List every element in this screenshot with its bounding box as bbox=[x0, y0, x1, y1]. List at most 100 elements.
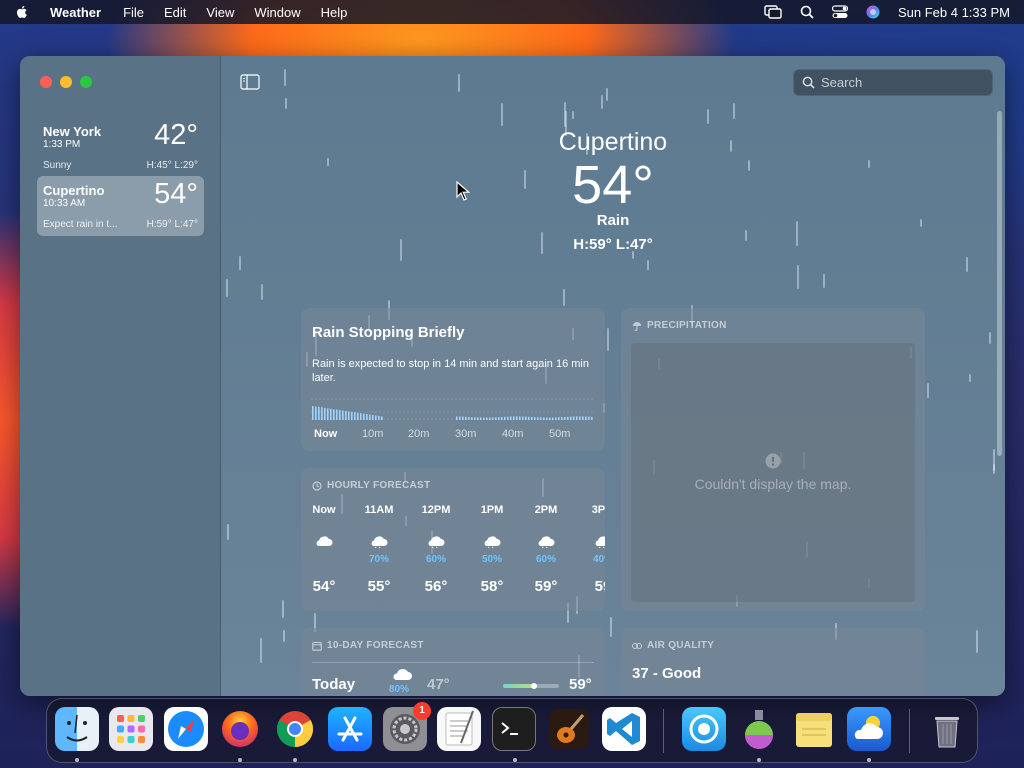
hourly-item: 3PM 40% 59 bbox=[580, 504, 605, 595]
location-high-low: H:59° L:47° bbox=[146, 219, 198, 230]
rain-intensity-chart bbox=[311, 398, 595, 420]
dock-garageband[interactable] bbox=[547, 707, 591, 751]
hourly-precip-chance: 60% bbox=[535, 554, 556, 565]
dock-vscode[interactable] bbox=[602, 707, 646, 751]
hourly-precip-chance: 70% bbox=[368, 554, 389, 565]
menu-window[interactable]: Window bbox=[254, 5, 300, 20]
screen-mirroring-icon[interactable] bbox=[764, 5, 782, 19]
chrome-icon bbox=[276, 711, 314, 747]
firefox-icon bbox=[222, 711, 258, 747]
cloud-rain-icon bbox=[523, 534, 569, 554]
rain-streak bbox=[969, 374, 971, 382]
rain-nowcast-card[interactable]: Rain Stopping Briefly Rain is expected t… bbox=[301, 308, 605, 451]
hourly-time: 2PM bbox=[534, 504, 558, 516]
minimize-window-button[interactable] bbox=[60, 76, 72, 88]
precipitation-card[interactable]: PRECIPITATION Couldn't display the map. bbox=[621, 308, 925, 611]
current-condition: Rain bbox=[596, 212, 630, 229]
rain-streak bbox=[797, 265, 799, 289]
rain-streak bbox=[260, 638, 262, 663]
rain-streak bbox=[282, 600, 284, 618]
sidebar-toggle-icon[interactable] bbox=[240, 74, 260, 90]
hourly-forecast-card[interactable]: HOURLY FORECAST Now 54° 11AM 70% 55° 12PM 60% 5… bbox=[301, 468, 605, 611]
launchpad-icon bbox=[117, 715, 145, 743]
ten-day-forecast-card[interactable]: 10-DAY FORECAST Today 80% 47° 59° bbox=[301, 628, 605, 696]
dock-launchpad[interactable] bbox=[109, 707, 153, 751]
terminal-running-indicator bbox=[513, 758, 517, 762]
dock-stickies[interactable] bbox=[792, 707, 836, 751]
cloud-rain-icon bbox=[469, 534, 515, 554]
rain-label-10m: 10m bbox=[362, 428, 384, 440]
siri-icon[interactable] bbox=[866, 5, 880, 19]
zoom-window-button[interactable] bbox=[80, 76, 92, 88]
rain-streak bbox=[226, 279, 228, 297]
dock-textedit[interactable] bbox=[437, 707, 481, 751]
control-center-icon[interactable] bbox=[831, 5, 848, 19]
hourly-time: Now bbox=[312, 504, 336, 516]
menubar-clock[interactable]: Sun Feb 4 1:33 PM bbox=[898, 5, 1010, 20]
rain-streak bbox=[284, 69, 286, 86]
search-field[interactable] bbox=[793, 69, 993, 96]
app-menu-weather[interactable]: Weather bbox=[50, 5, 101, 20]
rain-label-20m: 20m bbox=[408, 428, 430, 440]
air-quality-value: 37 - Good bbox=[632, 665, 702, 682]
apple-menu-icon[interactable] bbox=[14, 4, 30, 20]
current-temperature: 54° bbox=[572, 155, 654, 215]
dock-proxyman[interactable] bbox=[682, 707, 726, 751]
air-quality-card[interactable]: AIR QUALITY 37 - Good bbox=[621, 628, 925, 696]
hourly-precip-chance: 40% bbox=[592, 554, 605, 565]
dock-chrome[interactable] bbox=[273, 707, 317, 751]
dock-safari[interactable] bbox=[164, 707, 208, 751]
location-card-cupertino[interactable]: Cupertino 10:33 AM 54° Expect rain in t.… bbox=[37, 176, 204, 236]
rain-streak bbox=[927, 383, 929, 398]
info-icon bbox=[765, 453, 781, 469]
menu-edit[interactable]: Edit bbox=[164, 5, 186, 20]
hourly-precip-chance: 60% bbox=[425, 554, 446, 565]
ten-day-temp-range-bar bbox=[503, 683, 559, 689]
rain-streak bbox=[607, 328, 609, 351]
rain-streak bbox=[563, 289, 565, 306]
location-time: 1:33 PM bbox=[43, 139, 81, 150]
dock-app-store[interactable] bbox=[328, 707, 372, 751]
app-store-icon bbox=[337, 716, 363, 742]
terminal-icon bbox=[501, 722, 518, 735]
rain-label-30m: 30m bbox=[455, 428, 477, 440]
location-time: 10:33 AM bbox=[43, 198, 86, 209]
finder-running-indicator bbox=[75, 758, 79, 762]
rain-streak bbox=[606, 88, 608, 101]
menu-view[interactable]: View bbox=[206, 5, 234, 20]
rain-streak bbox=[283, 630, 285, 642]
menu-help[interactable]: Help bbox=[321, 5, 348, 20]
close-window-button[interactable] bbox=[40, 76, 52, 88]
precipitation-map[interactable]: Couldn't display the map. bbox=[631, 343, 915, 602]
clock-icon bbox=[312, 480, 322, 491]
main-scrollbar[interactable] bbox=[997, 111, 1002, 456]
dock-terminal[interactable] bbox=[492, 707, 536, 751]
dock-finder[interactable] bbox=[55, 707, 99, 751]
weather-running-indicator bbox=[867, 758, 871, 762]
rain-streak bbox=[261, 284, 263, 300]
dock-trash[interactable] bbox=[925, 707, 969, 751]
rain-streak bbox=[610, 617, 612, 637]
dock-weather[interactable] bbox=[847, 707, 891, 751]
air-quality-header: AIR QUALITY bbox=[632, 640, 714, 651]
location-card-new-york[interactable]: New York 1:33 PM 42° Sunny H:45° L:29° bbox=[37, 117, 204, 177]
cloud-rain-icon bbox=[393, 669, 412, 680]
sticky-note-icon bbox=[796, 713, 832, 747]
location-temp: 42° bbox=[154, 119, 198, 151]
hourly-precip-chance: 50% bbox=[481, 554, 502, 565]
dock-system-settings[interactable]: 1 bbox=[383, 702, 431, 751]
air-quality-header-label: AIR QUALITY bbox=[647, 640, 715, 651]
rain-streak bbox=[572, 111, 574, 119]
menu-file[interactable]: File bbox=[123, 5, 144, 20]
safari-icon bbox=[168, 711, 204, 747]
dock-firefox[interactable] bbox=[218, 707, 262, 751]
rain-streak bbox=[993, 464, 995, 474]
spotlight-search-icon[interactable] bbox=[800, 5, 814, 19]
cloud-rain-icon bbox=[301, 534, 347, 554]
ten-day-today-high: 59° bbox=[569, 676, 592, 693]
rain-streak bbox=[501, 103, 503, 126]
dock-instruments[interactable] bbox=[737, 707, 781, 751]
proxyman-icon bbox=[689, 714, 719, 744]
search-input[interactable] bbox=[821, 75, 981, 90]
ten-day-divider bbox=[312, 662, 594, 663]
